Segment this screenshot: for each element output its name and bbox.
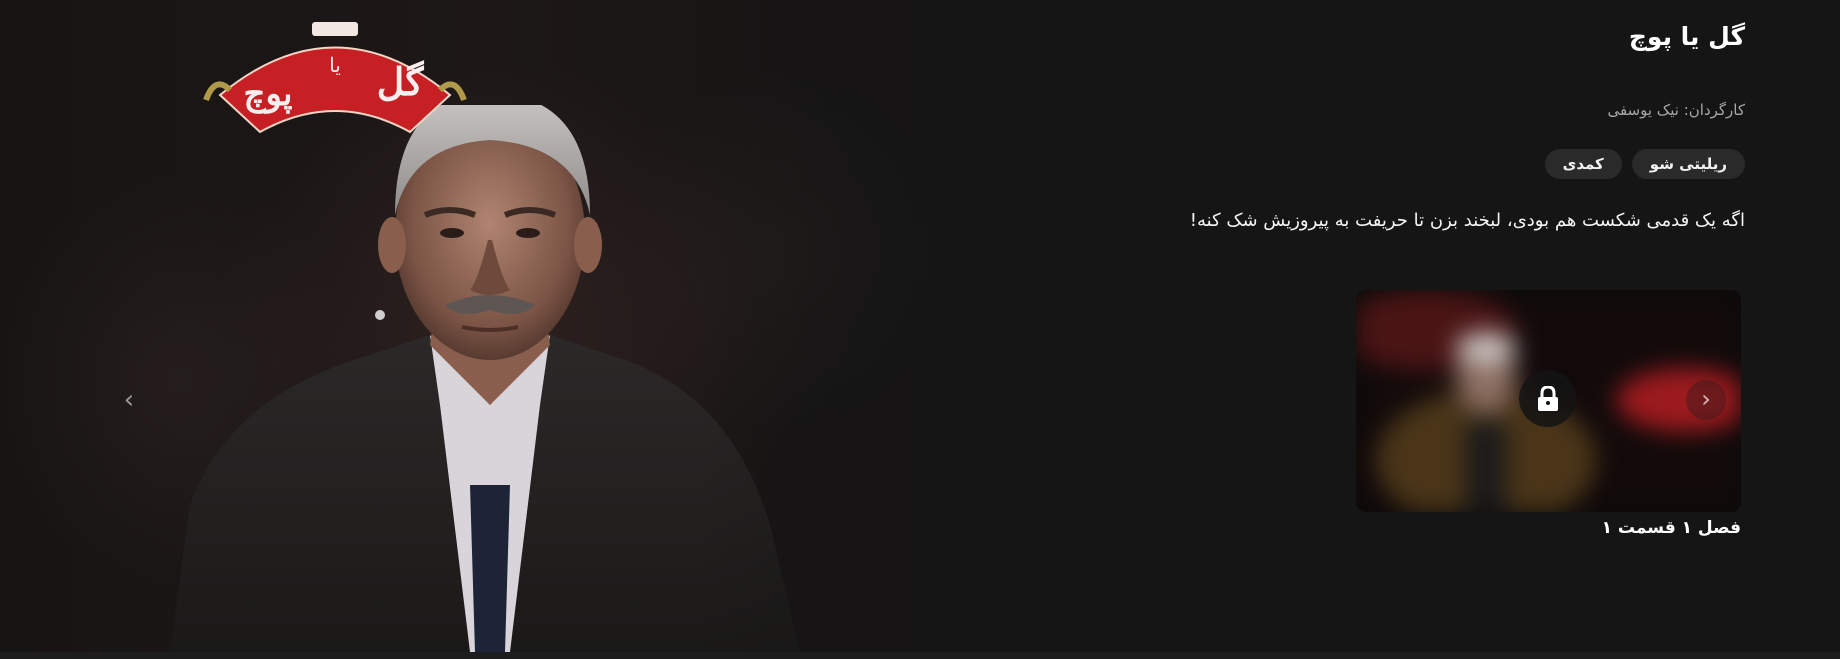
logo-word-pooch: پوچ <box>244 74 293 114</box>
director-label: کارگردان: <box>1683 101 1745 119</box>
next-episode-button[interactable]: › <box>1686 380 1726 420</box>
previous-slide-button[interactable]: ‹ <box>118 386 140 414</box>
chevron-left-icon: ‹ <box>123 385 135 415</box>
show-tagline: اگه یک قدمی شکست هم بودی، لبخند بزن تا ح… <box>1189 210 1745 231</box>
genre-tags: ریلیتی شو کمدی <box>1544 149 1745 179</box>
director-line: کارگردان: نیک یوسفی <box>1607 101 1745 119</box>
bottom-divider <box>0 652 1840 659</box>
show-logo: گل یا پوچ <box>203 22 467 134</box>
logo-word-gol: گل <box>377 59 425 104</box>
hero-banner: گل یا پوچ ‹ گل یا پوچ کارگردان: نیک یوسف… <box>0 0 1840 652</box>
episode-label[interactable]: فصل ۱ قسمت ۱ <box>1602 518 1741 538</box>
locked-badge <box>1519 370 1576 427</box>
director-name[interactable]: نیک یوسفی <box>1607 101 1678 119</box>
chevron-right-icon: › <box>1701 385 1711 413</box>
genre-tag-comedy[interactable]: کمدی <box>1544 149 1622 179</box>
lock-icon <box>1537 385 1558 411</box>
genre-tag-reality-show[interactable]: ریلیتی شو <box>1631 149 1745 179</box>
logo-word-ya: یا <box>329 53 341 77</box>
show-title: گل یا پوچ <box>1628 22 1745 51</box>
hero-artwork: گل یا پوچ <box>0 0 1100 652</box>
